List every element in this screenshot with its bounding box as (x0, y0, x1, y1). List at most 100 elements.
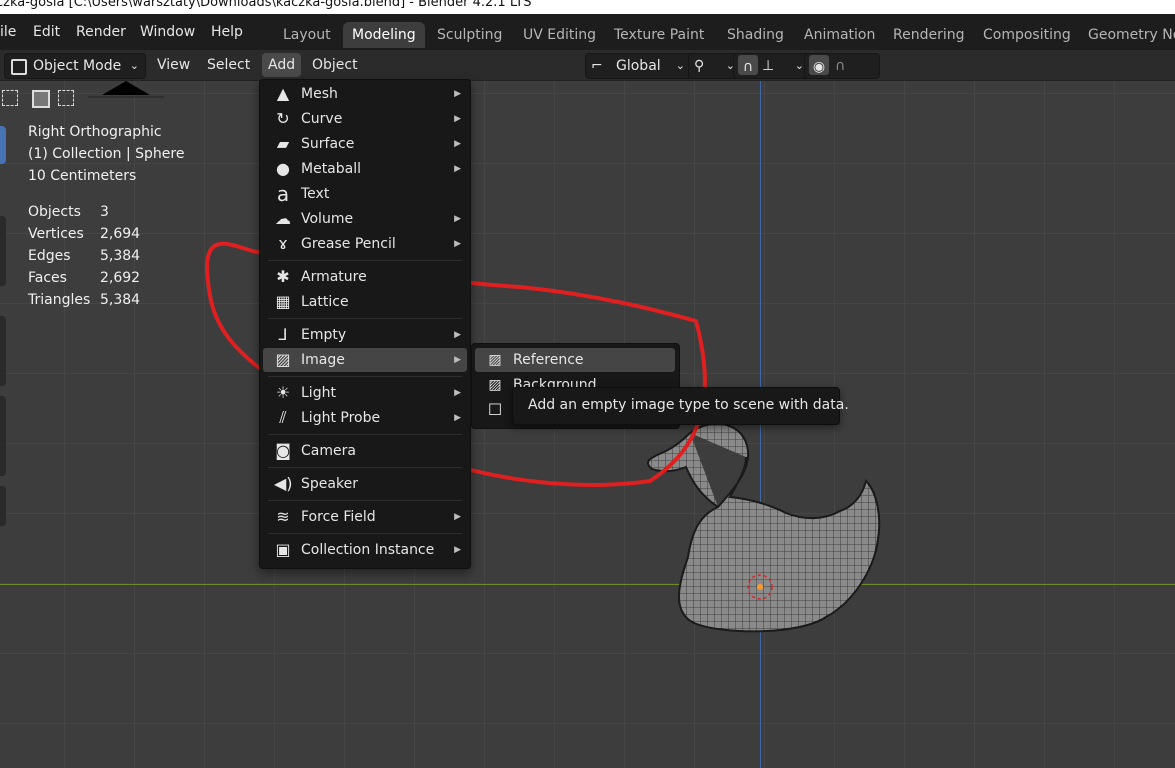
proportional-editing-controls[interactable]: ◉ ∩ (804, 53, 880, 79)
menu-item-empty[interactable]: ⅃ Empty ▶ (263, 323, 467, 347)
surface-icon: ▰ (276, 134, 290, 153)
menu-item-speaker[interactable]: ◀) Speaker (263, 472, 467, 496)
submenu-arrow-icon: ▶ (454, 388, 461, 398)
tab-layout[interactable]: Layout (274, 22, 340, 48)
tab-sculpting[interactable]: Sculpting (428, 22, 511, 48)
menu-item-label: Empty (301, 327, 347, 343)
tooltip-text: Add an empty image type to scene with da… (528, 397, 849, 413)
tab-shading[interactable]: Shading (718, 22, 793, 48)
empty-icon: ⅃ (278, 325, 288, 344)
menu-item-mesh[interactable]: ▲ Mesh ▶ (263, 82, 467, 106)
mode-label: Object Mode (33, 58, 122, 74)
menu-item-lattice[interactable]: ▦ Lattice (263, 290, 467, 314)
view-menu[interactable]: View (151, 53, 196, 77)
menu-item-light[interactable]: ☀ Light ▶ (263, 381, 467, 405)
menu-item-force-field[interactable]: ≋ Force Field ▶ (263, 505, 467, 529)
light-probe-icon: ⫽ (279, 408, 287, 427)
mode-selector[interactable]: Object Mode ⌄ (4, 53, 146, 79)
menu-separator (268, 260, 462, 261)
menu-help[interactable]: Help (211, 22, 243, 42)
add-menu[interactable]: Add (262, 53, 302, 77)
menu-window[interactable]: Window (140, 22, 195, 42)
lattice-icon: ▦ (275, 292, 291, 311)
menu-item-label: Grease Pencil (301, 236, 396, 252)
add-menu-dropdown: ▲ Mesh ▶ ↻ Curve ▶ ▰ Surface ▶ ● Metabal… (259, 79, 471, 569)
menu-item-label: Lattice (301, 294, 349, 310)
tab-compositing[interactable]: Compositing (974, 22, 1080, 48)
object-mode-icon (11, 59, 27, 75)
submenu-arrow-icon: ▶ (454, 330, 461, 340)
menu-separator (268, 318, 462, 319)
menu-item-label: Collection Instance (301, 542, 435, 558)
tab-texture-paint[interactable]: Texture Paint (605, 22, 713, 48)
object-menu[interactable]: Object (306, 53, 364, 77)
transform-orientation-selector[interactable]: ⌐ Global ⌄ (585, 53, 692, 79)
menu-separator (268, 533, 462, 534)
snap-controls[interactable]: ∩ ⊥ ⌄ (733, 53, 811, 79)
chevron-down-icon: ⌄ (675, 59, 685, 72)
menu-item-label: Speaker (301, 476, 358, 492)
image-empty-icon: ☐ (487, 400, 503, 419)
menu-item-label: Light (301, 385, 336, 401)
menu-item-collection-instance[interactable]: ▣ Collection Instance ▶ (263, 538, 467, 562)
orientation-icon: ⌐ (591, 58, 603, 74)
metaball-icon: ● (276, 159, 290, 178)
menu-item-curve[interactable]: ↻ Curve ▶ (263, 107, 467, 131)
menu-item-label: Curve (301, 111, 343, 127)
image-icon: ▨ (275, 350, 291, 369)
viewport-header: Object Mode ⌄ View Select Add Object ⌐ G… (0, 50, 1175, 81)
submenu-arrow-icon: ▶ (454, 413, 461, 423)
window-title: czka-gosia [C:\Users\warsztaty\Downloads… (0, 0, 532, 10)
menu-item-surface[interactable]: ▰ Surface ▶ (263, 132, 467, 156)
menu-file[interactable]: ile (0, 22, 16, 42)
tab-geometry-nodes[interactable]: Geometry No (1079, 22, 1175, 48)
menu-item-label: Light Probe (301, 410, 381, 426)
proportional-editing-icon: ◉ (809, 55, 829, 75)
menu-item-label: Armature (301, 269, 367, 285)
menu-item-text[interactable]: a Text (263, 182, 467, 206)
armature-icon: ✱ (276, 267, 290, 286)
tab-animation[interactable]: Animation (795, 22, 884, 48)
force-field-icon: ≋ (276, 507, 290, 526)
menu-item-volume[interactable]: ☁ Volume ▶ (263, 207, 467, 231)
menu-render[interactable]: Render (76, 22, 126, 42)
menu-item-armature[interactable]: ✱ Armature (263, 265, 467, 289)
tab-modeling[interactable]: Modeling (343, 22, 425, 48)
menu-separator (268, 376, 462, 377)
collection-instance-icon: ▣ (275, 540, 291, 559)
menu-item-label: Force Field (301, 509, 376, 525)
menu-item-camera[interactable]: ◙ Camera (263, 439, 467, 463)
submenu-arrow-icon: ▶ (454, 89, 461, 99)
orientation-label: Global (616, 58, 661, 74)
menu-item-image[interactable]: ▨ Image ▶ (263, 348, 467, 372)
submenu-item-reference[interactable]: ▨ Reference (475, 348, 675, 372)
falloff-curve-icon: ∩ (835, 58, 846, 74)
submenu-arrow-icon: ▶ (454, 239, 461, 249)
submenu-arrow-icon: ▶ (454, 355, 461, 365)
menu-item-label: Volume (301, 211, 354, 227)
tab-uv-editing[interactable]: UV Editing (514, 22, 605, 48)
menu-item-label: Camera (301, 443, 356, 459)
menu-edit[interactable]: Edit (33, 22, 60, 42)
chevron-down-icon: ⌄ (129, 59, 139, 72)
menu-separator (268, 434, 462, 435)
menu-item-metaball[interactable]: ● Metaball ▶ (263, 157, 467, 181)
submenu-arrow-icon: ▶ (454, 139, 461, 149)
light-icon: ☀ (275, 383, 291, 402)
snap-magnet-icon: ∩ (738, 55, 758, 75)
window-title-bar: czka-gosia [C:\Users\warsztaty\Downloads… (0, 0, 1175, 14)
chevron-down-icon: ⌄ (794, 59, 804, 72)
curve-icon: ↻ (276, 109, 290, 128)
text-icon: a (276, 182, 290, 206)
menu-separator (268, 500, 462, 501)
menu-separator (268, 467, 462, 468)
menu-item-light-probe[interactable]: ⫽ Light Probe ▶ (263, 406, 467, 430)
menu-item-label: Image (301, 352, 345, 368)
image-background-icon: ▨ (488, 377, 502, 393)
submenu-arrow-icon: ▶ (454, 545, 461, 555)
menu-item-grease-pencil[interactable]: ɤ Grease Pencil ▶ (263, 232, 467, 256)
tab-rendering[interactable]: Rendering (884, 22, 974, 48)
image-reference-icon: ▨ (488, 352, 502, 368)
pivot-icon: ⚲ (694, 58, 705, 74)
select-menu[interactable]: Select (201, 53, 256, 77)
